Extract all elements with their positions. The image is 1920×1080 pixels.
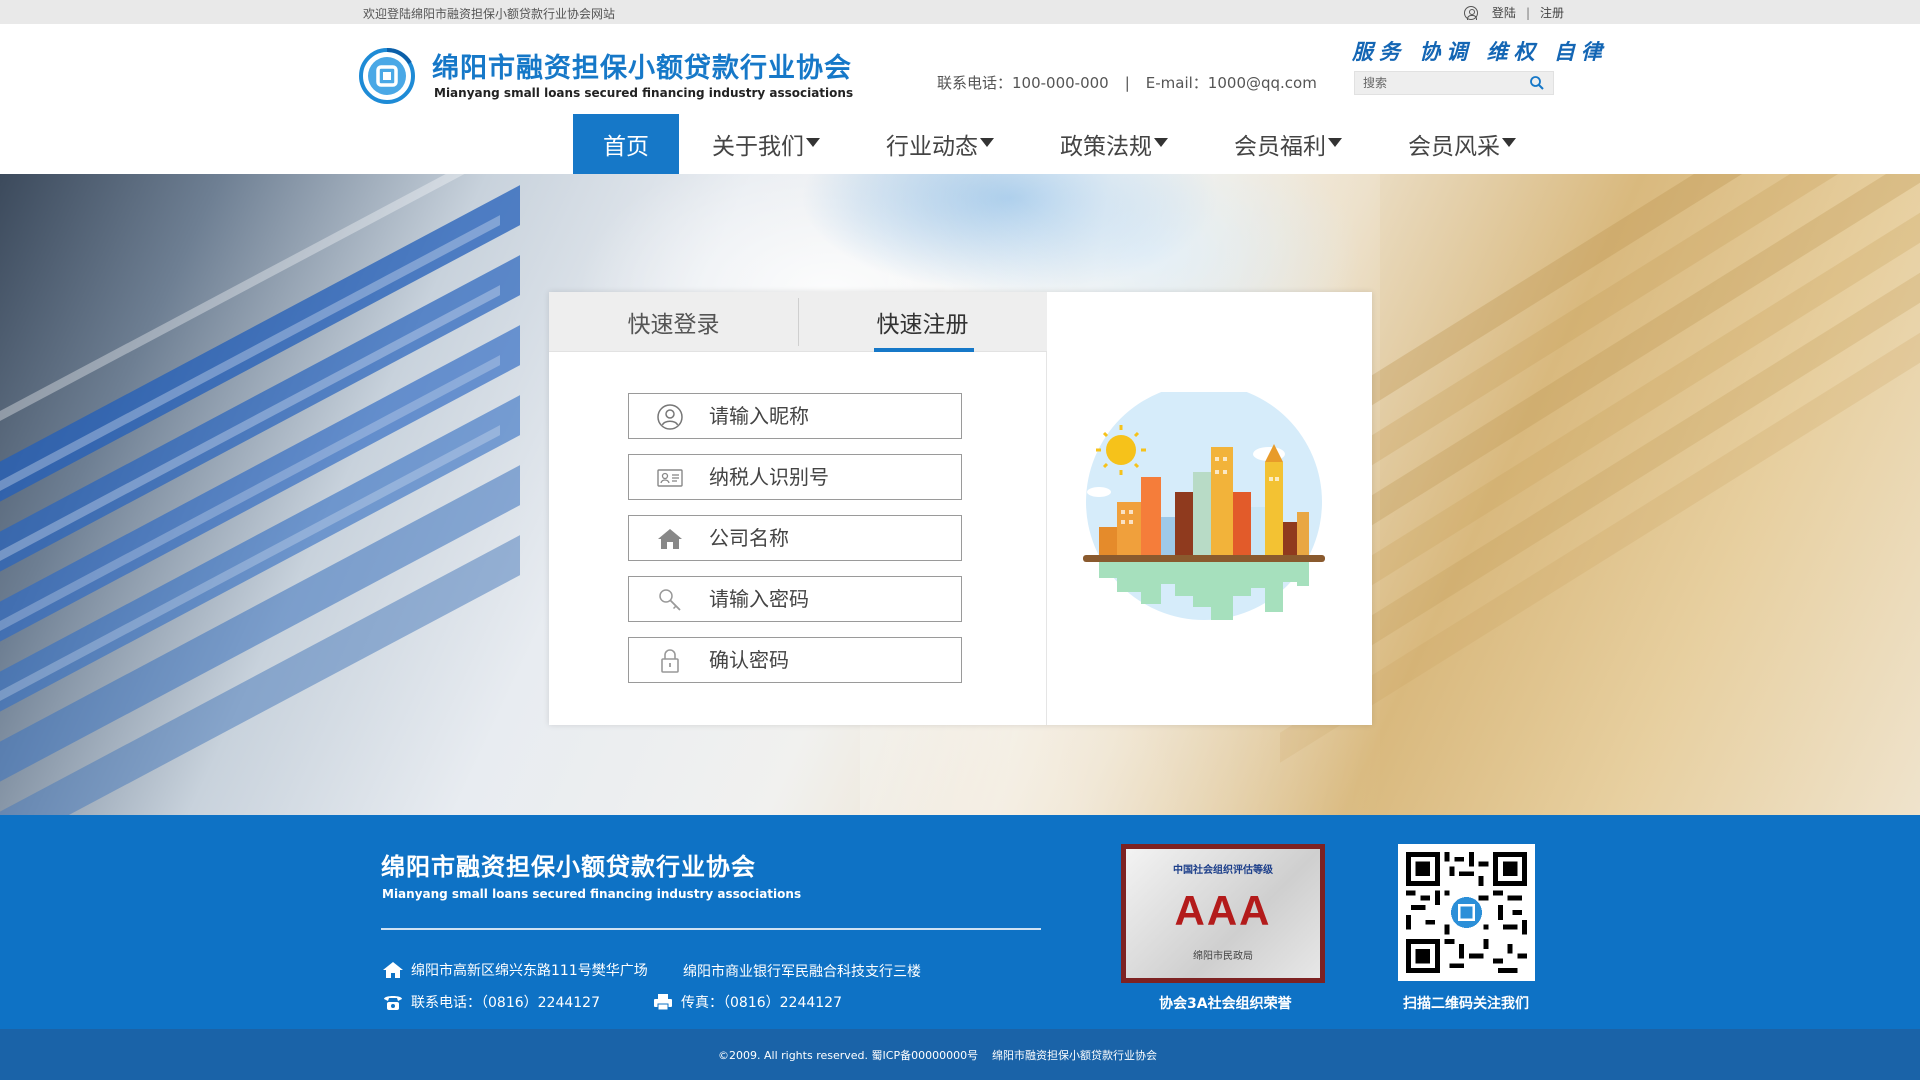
password-input[interactable] (709, 577, 949, 621)
qr-caption: 扫描二维码关注我们 (1403, 996, 1529, 1012)
slogan: 服务 协调 维权 自律 (1352, 39, 1608, 64)
nav-item-label: 政策法规 (1060, 134, 1152, 160)
footer-address: 绵阳市高新区绵兴东路111号樊华广场 (383, 960, 648, 980)
telephone-icon (384, 996, 402, 1010)
caret-down-icon (1502, 137, 1516, 147)
header-phone: 联系电话：100-000-000 (937, 74, 1109, 92)
site-title-english: Mianyang small loans secured financing i… (434, 86, 854, 100)
id-card-icon (657, 469, 683, 487)
qr-code-image (1406, 852, 1527, 973)
search-icon[interactable] (1529, 75, 1545, 91)
footer-divider (381, 928, 1041, 930)
taxpayer-id-field (628, 454, 962, 500)
login-link[interactable]: 登陆 (1492, 4, 1516, 21)
footer-fax-text: 传真：（0816）2244127 (681, 995, 842, 1011)
header-email: E-mail：1000@qq.com (1145, 74, 1317, 92)
register-link[interactable]: 注册 (1540, 4, 1564, 21)
hero-building-left (0, 185, 520, 523)
nickname-field (628, 393, 962, 439)
certificate-issuer: 绵阳市民政局 (1193, 951, 1253, 962)
nav-item-policies[interactable]: 政策法规 (1027, 114, 1201, 174)
tab-quick-login[interactable]: 快速登录 (549, 292, 798, 352)
city-illustration (1083, 392, 1325, 620)
caret-down-icon (1328, 137, 1342, 147)
footer-address-text: 绵阳市高新区绵兴东路111号樊华广场 (411, 963, 648, 979)
house-icon (383, 962, 403, 978)
copyright-bar: ©2009. All rights reserved. 蜀ICP备0000000… (0, 1029, 1920, 1080)
footer-address-line2: 绵阳市商业银行军民融合科技支行三楼 (683, 961, 921, 981)
nav-item-industry-news[interactable]: 行业动态 (853, 114, 1027, 174)
account-links: 登陆 | 注册 (1463, 4, 1564, 21)
nav-item-home[interactable]: 首页 (573, 114, 679, 174)
link-separator: | (1525, 5, 1530, 20)
aaa-certificate-image: 中国社会组织评估等级 AAA 绵阳市民政局 (1121, 844, 1325, 983)
footer-phone: 联系电话：（0816）2244127 (383, 992, 600, 1012)
form-tabs: 快速登录 快速注册 (549, 292, 1047, 352)
main-nav: 首页 关于我们 行业动态 政策法规 会员福利 会员风采 (573, 114, 1549, 174)
nickname-input[interactable] (709, 394, 949, 438)
register-card: 快速登录 快速注册 (549, 292, 1372, 725)
lock-icon (661, 649, 679, 673)
certificate-caption: 协会3A社会组织荣誉 (1159, 996, 1292, 1012)
taxpayer-id-input[interactable] (709, 455, 949, 499)
certificate-grade: AAA (1174, 887, 1272, 934)
register-form: 快速登录 快速注册 (549, 292, 1047, 725)
footer-phone-text: 联系电话：（0816）2244127 (411, 995, 600, 1011)
active-tab-indicator (874, 348, 974, 352)
confirm-password-field (628, 637, 962, 683)
caret-down-icon (806, 137, 820, 147)
nav-item-label: 首页 (603, 134, 649, 160)
search-input[interactable] (1355, 72, 1525, 94)
site-title[interactable]: 绵阳市融资担保小额贷款行业协会 (432, 46, 852, 85)
footer-title-english: Mianyang small loans secured financing i… (382, 887, 802, 901)
site-header: 绵阳市融资担保小额贷款行业协会 Mianyang small loans sec… (0, 24, 1920, 174)
search-box (1354, 71, 1554, 95)
company-name-field (628, 515, 962, 561)
nav-item-label: 会员福利 (1234, 134, 1326, 160)
confirm-password-input[interactable] (709, 638, 949, 682)
user-circle-icon (1463, 5, 1478, 20)
footer-title: 绵阳市融资担保小额贷款行业协会 (381, 853, 756, 881)
nav-item-label: 关于我们 (712, 134, 804, 160)
house-icon (658, 529, 682, 549)
footer-address2-text: 绵阳市商业银行军民融合科技支行三楼 (683, 964, 921, 980)
welcome-text: 欢迎登陆绵阳市融资担保小额贷款行业协会网站 (363, 7, 616, 21)
caret-down-icon (980, 137, 994, 147)
copyright-org: 绵阳市融资担保小额贷款行业协会 (992, 1049, 1157, 1062)
nav-item-member-benefits[interactable]: 会员福利 (1201, 114, 1375, 174)
hero-building-left-highlights (0, 174, 500, 453)
contact-separator: | (1124, 74, 1130, 92)
password-field (628, 576, 962, 622)
nav-item-label: 行业动态 (886, 134, 978, 160)
company-name-input[interactable] (709, 516, 949, 560)
certificate-title: 中国社会组织评估等级 (1173, 865, 1273, 876)
nav-item-member-showcase[interactable]: 会员风采 (1375, 114, 1549, 174)
top-bar: 欢迎登陆绵阳市融资担保小额贷款行业协会网站 登陆 | 注册 (0, 0, 1920, 24)
header-contact: 联系电话：100-000-000 | E-mail：1000@qq.com (937, 72, 1317, 93)
copyright-text: ©2009. All rights reserved. 蜀ICP备0000000… (718, 1049, 979, 1062)
association-logo-icon[interactable] (358, 47, 416, 105)
printer-icon (654, 994, 672, 1011)
user-icon (657, 404, 683, 430)
qr-code[interactable] (1398, 844, 1535, 981)
hero-banner: 快速登录 快速注册 (0, 174, 1920, 815)
nav-item-label: 会员风采 (1408, 134, 1500, 160)
key-icon (659, 589, 681, 611)
caret-down-icon (1154, 137, 1168, 147)
site-footer: 绵阳市融资担保小额贷款行业协会 Mianyang small loans sec… (0, 815, 1920, 1029)
tab-quick-register[interactable]: 快速注册 (798, 292, 1047, 352)
nav-item-about[interactable]: 关于我们 (679, 114, 853, 174)
footer-fax: 传真：（0816）2244127 (653, 992, 842, 1012)
